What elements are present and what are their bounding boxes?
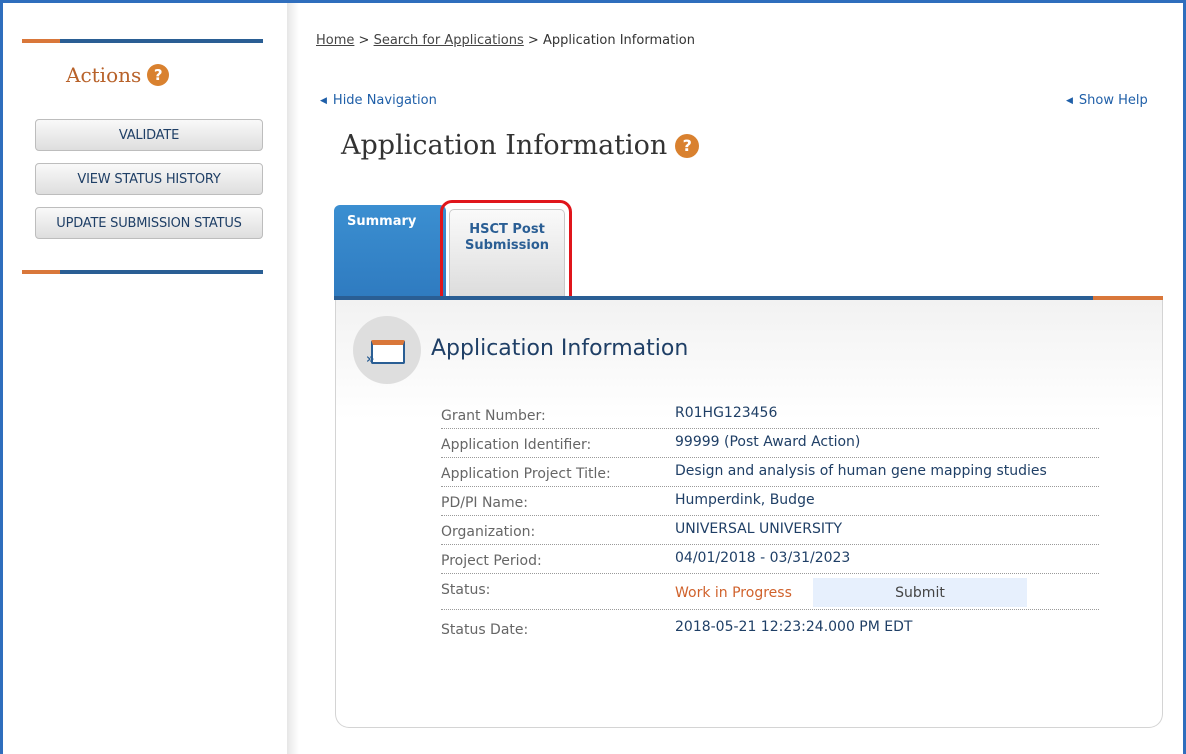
triangle-left-icon: ◀	[1066, 95, 1073, 106]
info-value: Humperdink, Budge	[675, 492, 815, 508]
actions-help-icon[interactable]: ?	[147, 64, 170, 86]
info-label: Grant Number:	[441, 408, 546, 424]
panel-title: Application Information	[431, 336, 689, 361]
info-row-application-identifier: Application Identifier: 99999 (Post Awar…	[441, 431, 1099, 458]
status-value: Work in Progress	[675, 585, 792, 601]
breadcrumb-separator: >	[354, 33, 374, 48]
info-label: Organization:	[441, 524, 536, 540]
sidebar-bottom-rule	[22, 270, 263, 274]
validate-button[interactable]: VALIDATE	[35, 119, 263, 151]
breadcrumb-current: Application Information	[542, 33, 695, 48]
info-value: 04/01/2018 - 03/31/2023	[675, 550, 851, 566]
tab-summary[interactable]: Summary	[334, 205, 446, 297]
info-row-pdpi-name: PD/PI Name: Humperdink, Budge	[441, 489, 1099, 516]
info-row-project-title: Application Project Title: Design and an…	[441, 460, 1099, 487]
actions-title-text: Actions	[66, 63, 142, 87]
breadcrumb: Home > Search for Applications > Applica…	[316, 33, 695, 48]
window-expand-icon: »	[353, 316, 421, 384]
info-value: Design and analysis of human gene mappin…	[675, 463, 1047, 479]
window-shape	[371, 340, 405, 364]
triangle-left-icon: ◀	[320, 95, 327, 106]
info-label: Project Period:	[441, 553, 542, 569]
info-label: PD/PI Name:	[441, 495, 528, 511]
breadcrumb-separator: >	[523, 33, 543, 48]
info-row-project-period: Project Period: 04/01/2018 - 03/31/2023	[441, 547, 1099, 574]
breadcrumb-search-link[interactable]: Search for Applications	[374, 33, 524, 48]
view-status-history-button[interactable]: VIEW STATUS HISTORY	[35, 163, 263, 195]
hide-navigation-link[interactable]: ◀ Hide Navigation	[320, 93, 437, 108]
info-value: 99999 (Post Award Action)	[675, 434, 861, 450]
info-row-grant-number: Grant Number: R01HG123456	[441, 402, 1099, 429]
info-value: R01HG123456	[675, 405, 778, 421]
show-help-link[interactable]: ◀ Show Help	[1066, 93, 1148, 108]
info-row-status: Status: Work in Progress Submit	[441, 576, 1099, 610]
double-chevron-icon: »	[366, 352, 375, 367]
info-value: UNIVERSAL UNIVERSITY	[675, 521, 843, 537]
breadcrumb-home-link[interactable]: Home	[316, 33, 354, 48]
info-value: 2018-05-21 12:23:24.000 PM EDT	[675, 619, 913, 635]
page-title: Application Information ?	[341, 130, 700, 161]
tab-hsct-label-line2: Submission	[464, 238, 550, 253]
info-label: Status:	[441, 582, 491, 598]
page-help-icon[interactable]: ?	[675, 133, 700, 158]
update-submission-status-button[interactable]: UPDATE SUBMISSION STATUS	[35, 207, 263, 239]
actions-heading: Actions ?	[66, 63, 170, 87]
info-label: Status Date:	[441, 622, 529, 638]
sidebar-divider	[287, 3, 299, 754]
submit-button[interactable]: Submit	[813, 578, 1027, 607]
info-label: Application Project Title:	[441, 466, 611, 482]
sidebar-top-rule	[22, 39, 263, 43]
tab-hsct-label-line1: HSCT Post	[469, 222, 545, 237]
info-row-organization: Organization: UNIVERSAL UNIVERSITY	[441, 518, 1099, 545]
info-row-status-date: Status Date: 2018-05-21 12:23:24.000 PM …	[441, 616, 1099, 643]
application-info-list: Grant Number: R01HG123456 Application Id…	[441, 402, 1099, 645]
info-label: Application Identifier:	[441, 437, 592, 453]
tab-hsct-post-submission[interactable]: HSCT Post Submission	[449, 209, 565, 297]
page-title-text: Application Information	[341, 130, 668, 161]
hide-navigation-label: Hide Navigation	[332, 93, 437, 108]
actions-sidebar	[3, 3, 287, 754]
show-help-label: Show Help	[1078, 93, 1148, 108]
